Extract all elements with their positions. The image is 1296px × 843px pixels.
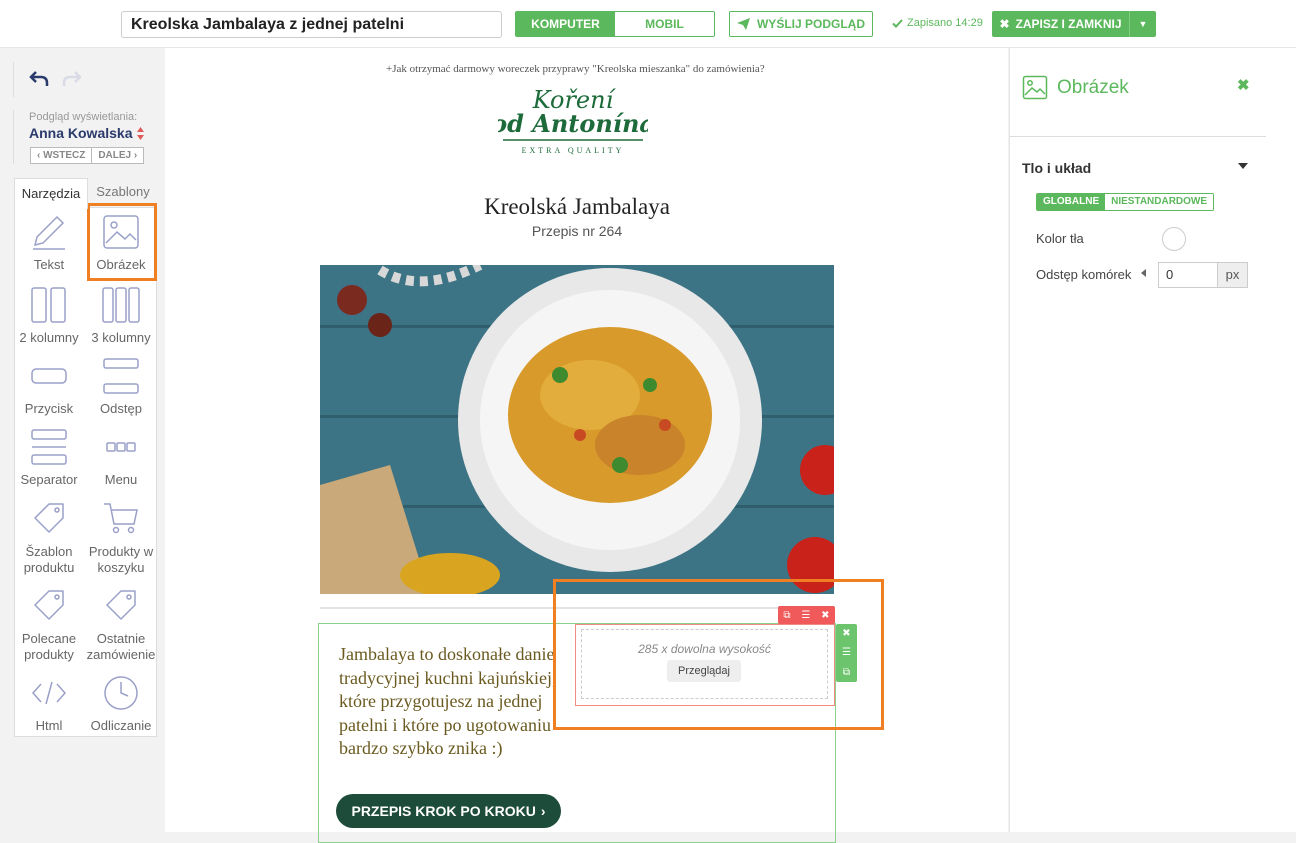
recipe-number[interactable]: Przepis nr 264	[320, 223, 834, 239]
clock-icon	[104, 676, 138, 710]
pencil-icon	[33, 215, 65, 250]
checkmark-icon	[892, 18, 903, 28]
save-close-label: ZAPISZ I ZAMKNIJ	[1015, 17, 1122, 31]
cell-spacing-label: Odstęp komórek	[1036, 267, 1132, 282]
tool-label: 3 kolumny	[91, 330, 151, 345]
email-preheader[interactable]: +Jak otrzymać darmowy woreczek przyprawy…	[386, 63, 765, 75]
jambalaya-dish-image	[320, 265, 834, 594]
divider	[1010, 136, 1266, 137]
code-icon	[31, 681, 67, 705]
decrement-arrow-icon[interactable]	[1141, 269, 1146, 277]
save-close-button[interactable]: ✖ ZAPISZ I ZAMKNIJ ▼	[992, 11, 1156, 37]
top-bar: Kreolska Jambalaya z jednej patelni KOMP…	[0, 0, 1296, 48]
chevron-down-icon[interactable]	[1238, 163, 1248, 169]
bg-color-picker[interactable]	[1162, 227, 1186, 251]
tool-button[interactable]: Przycisk	[14, 357, 84, 417]
tool-recommended-products[interactable]: Polecane produkty	[14, 587, 84, 663]
send-preview-button[interactable]: WYŚLIJ PODGLĄD	[729, 11, 873, 37]
logo-graphic: Koření od Antonína EXTRA QUALITY	[491, 86, 655, 155]
tool-html[interactable]: Html	[14, 674, 84, 734]
chevron-right-icon: ›	[540, 803, 546, 819]
tool-text[interactable]: Tekst	[14, 213, 84, 273]
bg-color-label: Kolor tła	[1036, 231, 1084, 246]
hero-image[interactable]	[320, 265, 834, 594]
spacer-icon	[103, 358, 139, 394]
device-mobile-button[interactable]: MOBIL	[615, 12, 714, 36]
tool-product-template[interactable]: Šzablon produktu	[14, 500, 84, 576]
tab-tools[interactable]: Narzędzia	[14, 178, 88, 209]
cta-label: PRZEPIS KROK PO KROKU	[351, 803, 536, 819]
svg-text:EXTRA QUALITY: EXTRA QUALITY	[522, 146, 625, 155]
image-tool-highlight	[87, 203, 157, 281]
redo-icon[interactable]	[62, 70, 82, 87]
tool-countdown[interactable]: Odliczanie	[86, 674, 156, 734]
saved-status-text: Zapisano 14:29	[907, 17, 983, 29]
tool-label: Šzablon produktu	[23, 544, 75, 575]
tool-last-order[interactable]: Ostatnie zamówienie	[86, 587, 156, 663]
device-desktop-button[interactable]: KOMPUTER	[516, 12, 615, 36]
three-columns-icon	[102, 287, 140, 323]
tool-label: Odliczanie	[90, 718, 152, 733]
tag-icon	[106, 590, 136, 620]
tool-label: Przycisk	[24, 401, 74, 416]
tag-icon	[34, 590, 64, 620]
brand-logo: Koření od Antonína EXTRA QUALITY	[491, 86, 655, 156]
tool-label: 2 kolumny	[19, 330, 79, 345]
tool-label: Menu	[104, 472, 138, 487]
tag-icon	[34, 503, 64, 533]
tool-label: Produkty w koszyku	[88, 544, 154, 575]
cell-spacing-unit: px	[1217, 262, 1248, 288]
tool-three-columns[interactable]: 3 kolumny	[86, 286, 156, 346]
cell-spacing-input[interactable]: 0	[1158, 262, 1218, 288]
preview-recipient: Anna Kowalska	[29, 125, 145, 141]
menu-icon	[106, 442, 136, 452]
recipient-switch-icon[interactable]	[136, 126, 145, 140]
tool-cart-products[interactable]: Produkty w koszyku	[86, 500, 156, 576]
preview-navigation: ‹ WSTECZ DALEJ ›	[30, 147, 145, 164]
tool-label: Ostatnie zamówienie	[86, 631, 156, 662]
preview-prev-button[interactable]: ‹ WSTECZ	[30, 147, 93, 164]
tool-label: Odstęp	[100, 401, 142, 416]
preview-next-button[interactable]: DALEJ ›	[92, 147, 145, 164]
recipe-description[interactable]: Jambalaya to doskonałe danie tradycyjnej…	[339, 643, 559, 761]
divider	[13, 62, 14, 97]
tool-menu[interactable]: Menu	[86, 428, 156, 488]
svg-text:od Antonína: od Antonína	[498, 109, 648, 138]
button-icon	[31, 368, 67, 384]
undo-icon[interactable]	[29, 70, 49, 87]
preview-recipient-name: Anna Kowalska	[29, 125, 133, 141]
recipe-title[interactable]: Kreolská Jambalaya	[320, 194, 834, 220]
close-icon[interactable]: ✖	[1237, 76, 1250, 94]
tool-separator[interactable]: Separator	[14, 428, 84, 488]
send-preview-label: WYŚLIJ PODGLĄD	[756, 17, 865, 31]
style-scope-toggle: GLOBALNE NIESTANDARDOWE	[1036, 193, 1215, 211]
save-close-main[interactable]: ✖ ZAPISZ I ZAMKNIJ	[992, 11, 1130, 37]
preview-label: Podgląd wyświetlania:	[29, 111, 138, 123]
tool-two-columns[interactable]: 2 kolumny	[14, 286, 84, 346]
device-toggle: KOMPUTER MOBIL	[515, 11, 715, 37]
tool-label: Html	[35, 718, 63, 733]
panel-title: Obrázek	[1057, 77, 1129, 98]
tool-label: Polecane produkty	[21, 631, 77, 662]
divider	[13, 110, 14, 164]
cart-icon	[104, 503, 138, 534]
image-icon	[1022, 75, 1048, 100]
chevron-down-icon[interactable]: ▼	[1130, 19, 1156, 29]
drop-zone-highlight	[553, 579, 884, 730]
separator-icon	[31, 429, 67, 465]
section-background-layout[interactable]: Tlo i układ	[1022, 160, 1091, 176]
cta-button[interactable]: PRZEPIS KROK PO KROKU ›	[336, 794, 561, 828]
global-option[interactable]: GLOBALNE	[1037, 194, 1106, 210]
tool-label: Separator	[20, 472, 78, 487]
paper-plane-icon	[736, 18, 750, 30]
close-icon: ✖	[999, 17, 1010, 31]
tool-label: Tekst	[33, 257, 65, 272]
saved-status: Zapisano 14:29	[892, 17, 983, 29]
email-title-input[interactable]: Kreolska Jambalaya z jednej patelni	[121, 11, 502, 38]
two-columns-icon	[31, 287, 66, 323]
tool-spacer[interactable]: Odstęp	[86, 357, 156, 417]
custom-option[interactable]: NIESTANDARDOWE	[1105, 194, 1214, 210]
